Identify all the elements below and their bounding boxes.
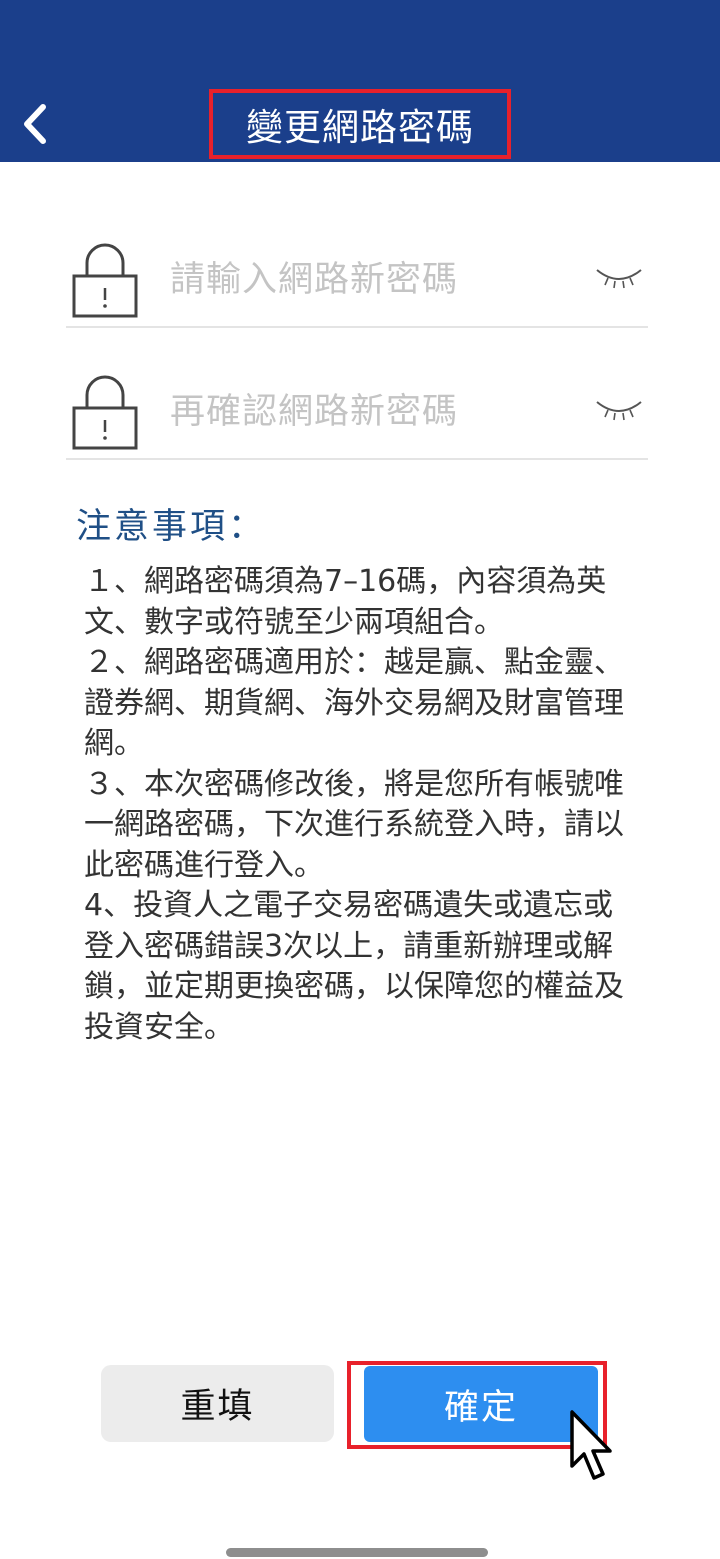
new-password-field xyxy=(66,198,648,328)
notice-title: 注意事項： xyxy=(76,507,267,547)
notice-item-1: １、網路密碼須為7–16碼，內容須為英文、數字或符號至少兩項組合。 xyxy=(84,564,607,640)
chevron-left-icon xyxy=(24,104,46,144)
notice-item-4: 4、投資人之電子交易密碼遺失或遺忘或登入密碼錯誤3次以上，請重新辦理或解鎖，並定… xyxy=(84,888,624,1045)
page-title: 變更網路密碼 xyxy=(246,106,474,149)
confirm-password-field xyxy=(66,330,648,460)
app-header: 變更網路密碼 xyxy=(0,0,720,162)
lock-icon xyxy=(72,243,138,318)
confirm-button[interactable]: 確定 xyxy=(364,1366,598,1442)
back-button[interactable] xyxy=(10,96,58,152)
notice-list: １、網路密碼須為7–16碼，內容須為英文、數字或符號至少兩項組合。 ２、網路密碼… xyxy=(84,562,636,1048)
mouse-pointer-icon xyxy=(570,1410,612,1480)
home-indicator xyxy=(226,1548,488,1557)
lock-icon xyxy=(72,375,138,450)
new-password-input[interactable] xyxy=(170,250,580,310)
confirm-password-input[interactable] xyxy=(170,382,580,442)
title-highlight-box: 變更網路密碼 xyxy=(209,89,511,159)
reset-button[interactable]: 重填 xyxy=(101,1365,334,1442)
notice-item-2: ２、網路密碼適用於：越是贏、點金靈、證券網、期貨網、海外交易網及財富管理網。 xyxy=(84,645,624,761)
eye-closed-icon[interactable] xyxy=(594,396,644,422)
eye-closed-icon[interactable] xyxy=(594,264,644,290)
notice-item-3: ３、本次密碼修改後，將是您所有帳號唯一網路密碼，下次進行系統登入時，請以此密碼進… xyxy=(84,766,624,883)
